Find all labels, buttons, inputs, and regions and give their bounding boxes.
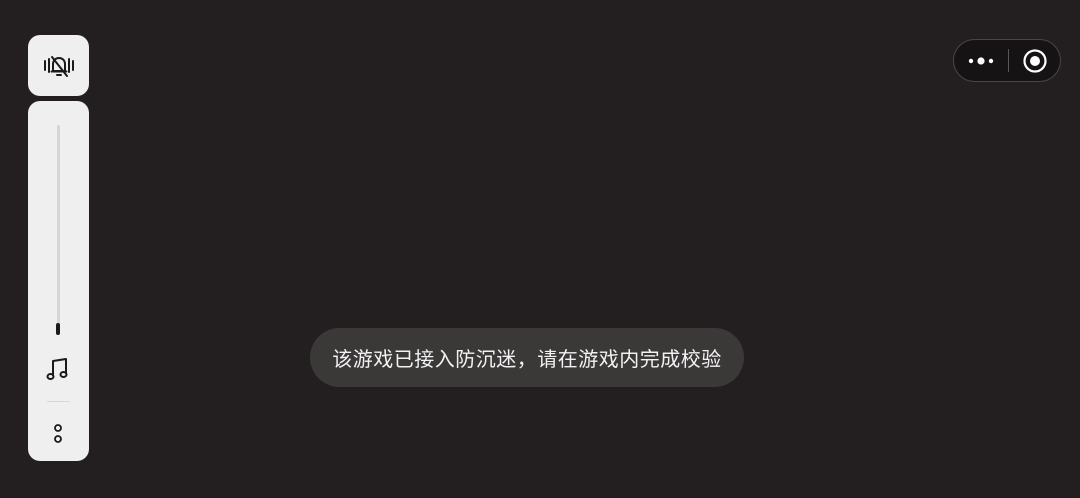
toast-message: 该游戏已接入防沉迷，请在游戏内完成校验 [332,347,722,371]
music-note-icon[interactable] [45,356,71,382]
more-horizontal-icon [968,56,994,65]
more-vertical-icon[interactable] [51,423,65,445]
silent-toggle-button[interactable] [28,35,89,96]
capsule-menu [953,39,1061,82]
volume-slider-fill[interactable] [56,323,60,335]
anti-addiction-toast: 该游戏已接入防沉迷，请在游戏内完成校验 [310,328,744,387]
capsule-more-button[interactable] [954,40,1008,81]
bell-off-vibrate-icon [43,55,74,77]
target-close-icon [1023,48,1047,73]
panel-divider [47,401,70,402]
volume-slider-track[interactable] [56,125,60,335]
capsule-close-button[interactable] [1009,40,1061,81]
volume-panel [28,101,89,461]
